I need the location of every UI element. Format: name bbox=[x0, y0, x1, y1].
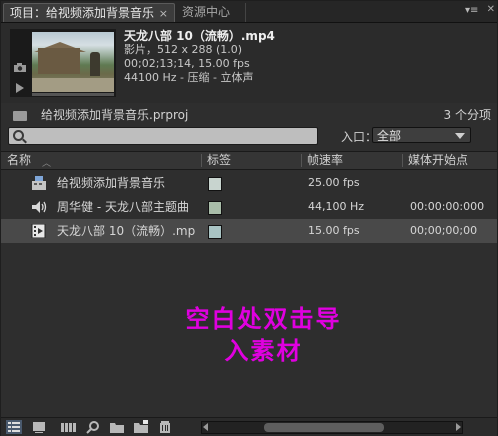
automate-to-sequence-icon[interactable] bbox=[61, 420, 77, 434]
hint-line1: 空白处双击导 bbox=[185, 304, 342, 333]
scrollbar-thumb[interactable] bbox=[264, 423, 384, 432]
clip-filename: 天龙八部 10（流畅）.mp4 bbox=[124, 29, 275, 43]
horizontal-scrollbar[interactable] bbox=[201, 421, 463, 434]
project-name: 给视频添加背景音乐.prproj bbox=[41, 108, 189, 122]
item-framerate: 25.00 fps bbox=[308, 176, 360, 189]
item-framerate: 15.00 fps bbox=[308, 224, 360, 237]
audio-icon bbox=[32, 201, 47, 213]
clip-info-line3: 44100 Hz - 压缩 - 立体声 bbox=[124, 71, 254, 84]
list-item[interactable]: 周华健 - 天龙八部主题曲 44,100 Hz 00:00:00:000 bbox=[1, 195, 497, 219]
item-name: 天龙八部 10（流畅）.mp bbox=[57, 224, 196, 238]
project-folder-icon bbox=[13, 111, 27, 121]
tab-project[interactable]: 项目：给视频添加背景音乐 × bbox=[3, 3, 175, 22]
item-count: 3 个分项 bbox=[443, 108, 491, 122]
hint-line2: 入素材 bbox=[224, 336, 303, 365]
new-bin-icon[interactable] bbox=[109, 420, 125, 434]
label-color-swatch[interactable] bbox=[208, 177, 222, 191]
list-item[interactable]: 天龙八部 10（流畅）.mp 15.00 fps 00;00;00;00 bbox=[1, 219, 497, 243]
icon-view-icon[interactable] bbox=[31, 420, 47, 434]
tab-resource-center-label: 资源中心 bbox=[182, 5, 231, 19]
in-select[interactable]: 全部 bbox=[372, 127, 471, 143]
import-hint-text: 空白处双击导 入素材 bbox=[1, 303, 498, 367]
column-name[interactable]: 名称 bbox=[3, 152, 31, 169]
list-view-icon[interactable] bbox=[6, 420, 22, 434]
column-framerate[interactable]: 帧速率 bbox=[303, 152, 343, 169]
label-color-swatch[interactable] bbox=[208, 201, 222, 215]
filter-row: 入口： 全部 bbox=[1, 125, 497, 147]
clip-info-line1: 影片，512 x 288 (1.0) bbox=[124, 43, 243, 56]
clip-info: 天龙八部 10（流畅）.mp4 影片，512 x 288 (1.0) 00;02… bbox=[124, 29, 275, 85]
panel-menu-icon[interactable]: ▾≡ bbox=[465, 5, 483, 17]
item-name: 周华健 - 天龙八部主题曲 bbox=[57, 200, 189, 214]
item-name: 给视频添加背景音乐 bbox=[57, 176, 166, 190]
tab-resource-center[interactable]: 资源中心 bbox=[176, 3, 246, 22]
column-media-start[interactable]: 媒体开始点 bbox=[404, 152, 468, 169]
project-row: 给视频添加背景音乐.prproj 3 个分项 bbox=[1, 106, 497, 124]
table-header: 名称 ︿ 标签 帧速率 媒体开始点 bbox=[1, 151, 497, 170]
poster-frame-camera-icon[interactable] bbox=[14, 63, 26, 72]
panel-close-icon[interactable]: ✕ bbox=[487, 4, 495, 15]
list-item[interactable]: 给视频添加背景音乐 25.00 fps bbox=[1, 171, 497, 195]
search-icon bbox=[13, 130, 24, 141]
video-thumbnail bbox=[32, 32, 114, 92]
find-icon[interactable] bbox=[85, 420, 101, 434]
tab-close-icon[interactable]: × bbox=[159, 4, 168, 23]
video-icon bbox=[31, 224, 46, 238]
sequence-icon bbox=[32, 176, 46, 190]
item-framerate: 44,100 Hz bbox=[308, 200, 365, 213]
thumbnail-frame bbox=[10, 29, 116, 97]
preview-area: 天龙八部 10（流畅）.mp4 影片，512 x 288 (1.0) 00;02… bbox=[1, 23, 497, 103]
item-media-start: 00:00:00:000 bbox=[410, 200, 485, 213]
project-panel: 项目：给视频添加背景音乐 × 资源中心 ▾≡ ✕ 天龙八部 10（流畅）.mp4… bbox=[0, 0, 498, 436]
item-media-start: 00;00;00;00 bbox=[410, 224, 478, 237]
bottom-toolbar bbox=[1, 417, 497, 436]
thumbnail-scrub-bar[interactable] bbox=[32, 93, 114, 96]
in-select-value: 全部 bbox=[377, 129, 402, 143]
play-icon[interactable] bbox=[16, 83, 24, 93]
chevron-down-icon bbox=[455, 133, 465, 139]
scroll-right-icon[interactable] bbox=[456, 423, 461, 431]
tab-bar: 项目：给视频添加背景音乐 × 资源中心 ▾≡ ✕ bbox=[1, 1, 497, 23]
tab-project-label: 项目：给视频添加背景音乐 bbox=[10, 6, 155, 20]
new-item-icon[interactable] bbox=[133, 420, 149, 434]
trash-icon[interactable] bbox=[157, 420, 173, 434]
search-input[interactable] bbox=[8, 127, 318, 145]
clip-info-line2: 00;02;13;14, 15.00 fps bbox=[124, 57, 250, 70]
column-label[interactable]: 标签 bbox=[203, 152, 231, 169]
label-color-swatch[interactable] bbox=[208, 225, 222, 239]
scroll-left-icon[interactable] bbox=[203, 423, 208, 431]
